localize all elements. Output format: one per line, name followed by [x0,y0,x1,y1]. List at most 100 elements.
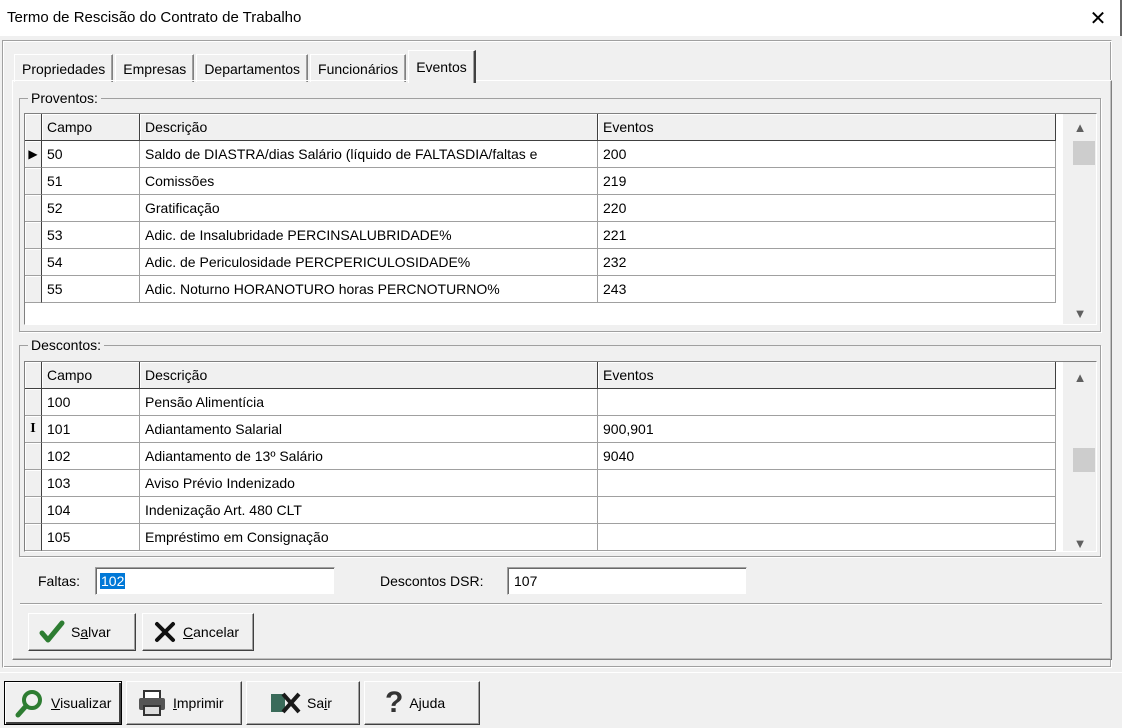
cell-descricao[interactable]: Pensão Alimentícia [140,389,598,416]
cell-eventos[interactable]: 900,901 [598,416,1056,443]
row-indicator-header [25,362,42,389]
cell-campo[interactable]: 53 [42,222,140,249]
row-indicator [25,497,42,524]
cell-campo[interactable]: 50 [42,141,140,168]
cell-eventos[interactable] [598,389,1056,416]
cell-campo[interactable]: 101 [42,416,140,443]
cancelar-button[interactable]: Cancelar [142,613,254,651]
row-indicator [25,524,42,551]
cell-eventos[interactable]: 220 [598,195,1056,222]
sair-label: Sair [307,695,332,711]
cell-campo[interactable]: 105 [42,524,140,551]
cell-descricao[interactable]: Adiantamento de 13º Salário [140,443,598,470]
table-row[interactable]: 103 Aviso Prévio Indenizado [25,470,1056,497]
printer-icon [137,689,167,717]
tab-funcionarios[interactable]: Funcionários [310,54,407,82]
descontos-dsr-label: Descontos DSR: [380,573,484,589]
cell-campo[interactable]: 54 [42,249,140,276]
cell-descricao[interactable]: Adic. Noturno HORANOTURO horas PERCNOTUR… [140,276,598,303]
scroll-up-icon[interactable]: ▲ [1063,114,1096,140]
sair-button[interactable]: Sair [246,681,360,725]
cancelar-label: Cancelar [183,624,240,640]
row-indicator [25,249,42,276]
cell-descricao[interactable]: Adiantamento Salarial [140,416,598,443]
scroll-thumb[interactable] [1073,141,1095,165]
imprimir-button[interactable]: Imprimir [126,681,242,725]
proventos-label: Proventos: [28,90,101,106]
ajuda-button[interactable]: ? Ajuda [364,681,480,725]
row-indicator [25,222,42,249]
cell-campo[interactable]: 100 [42,389,140,416]
column-header-campo[interactable]: Campo [42,114,140,141]
scroll-down-icon[interactable]: ▼ [1063,530,1096,551]
descontos-grid[interactable]: Campo Descrição Eventos 100 Pensão Alime… [24,361,1097,552]
cell-campo[interactable]: 52 [42,195,140,222]
cell-descricao[interactable]: Adic. de Periculosidade PERCPERICULOSIDA… [140,249,598,276]
row-indicator [25,389,42,416]
scroll-thumb[interactable] [1073,448,1095,472]
descontos-dsr-input[interactable]: 107 [507,567,747,595]
column-header-campo[interactable]: Campo [42,362,140,389]
cell-descricao[interactable]: Aviso Prévio Indenizado [140,470,598,497]
cell-eventos[interactable] [598,470,1056,497]
cell-eventos[interactable]: 221 [598,222,1056,249]
descontos-label: Descontos: [28,337,105,353]
ajuda-label: Ajuda [409,695,446,711]
visualizar-button[interactable]: Visualizar [4,681,122,725]
cell-descricao[interactable]: Adic. de Insalubridade PERCINSALUBRIDADE… [140,222,598,249]
table-row[interactable]: 54 Adic. de Periculosidade PERCPERICULOS… [25,249,1056,276]
table-row[interactable]: 100 Pensão Alimentícia [25,389,1056,416]
cell-descricao[interactable]: Comissões [140,168,598,195]
cell-eventos[interactable]: 243 [598,276,1056,303]
table-row[interactable]: ▶ 50 Saldo de DIASTRA/dias Salário (líqu… [25,141,1056,168]
text-cursor-icon: I [25,416,42,443]
cell-descricao[interactable]: Saldo de DIASTRA/dias Salário (líquido d… [140,141,598,168]
tab-empresas[interactable]: Empresas [115,54,195,82]
tab-departamentos[interactable]: Departamentos [196,54,309,82]
search-icon [15,688,45,718]
table-row[interactable]: I 101 Adiantamento Salarial 900,901 [25,416,1056,443]
title-bar: Termo de Rescisão do Contrato de Trabalh… [0,0,1122,36]
cell-eventos[interactable]: 232 [598,249,1056,276]
table-row[interactable]: 51 Comissões 219 [25,168,1056,195]
proventos-grid[interactable]: Campo Descrição Eventos ▶ 50 Saldo de DI… [24,113,1097,325]
scroll-up-icon[interactable]: ▲ [1063,364,1096,390]
table-row[interactable]: 55 Adic. Noturno HORANOTURO horas PERCNO… [25,276,1056,303]
cell-eventos[interactable] [598,497,1056,524]
column-header-descricao[interactable]: Descrição [140,362,598,389]
check-icon [39,619,65,645]
imprimir-label: Imprimir [173,695,224,711]
faltas-input[interactable]: 102 [95,567,335,595]
column-header-eventos[interactable]: Eventos [598,362,1056,389]
scroll-down-icon[interactable]: ▼ [1063,300,1096,324]
cell-eventos[interactable]: 200 [598,141,1056,168]
proventos-scrollbar[interactable]: ▲ ▼ [1063,114,1096,324]
cell-campo[interactable]: 51 [42,168,140,195]
cell-eventos[interactable] [598,524,1056,551]
column-header-descricao[interactable]: Descrição [140,114,598,141]
cell-descricao[interactable]: Gratificação [140,195,598,222]
table-row[interactable]: 105 Empréstimo em Consignação [25,524,1056,551]
cell-eventos[interactable]: 9040 [598,443,1056,470]
tab-strip: Propriedades Empresas Departamentos Func… [14,49,478,83]
table-row[interactable]: 53 Adic. de Insalubridade PERCINSALUBRID… [25,222,1056,249]
visualizar-label: Visualizar [51,695,112,711]
faltas-label: Faltas: [38,573,81,589]
table-row[interactable]: 52 Gratificação 220 [25,195,1056,222]
cell-campo[interactable]: 55 [42,276,140,303]
descontos-scrollbar[interactable]: ▲ ▼ [1063,362,1096,551]
close-icon[interactable]: ✕ [1074,0,1122,36]
tab-propriedades[interactable]: Propriedades [14,54,114,82]
cell-campo[interactable]: 102 [42,443,140,470]
salvar-button[interactable]: Salvar [28,613,136,651]
separator [20,603,1102,605]
cell-eventos[interactable]: 219 [598,168,1056,195]
tab-eventos[interactable]: Eventos [408,50,476,83]
cell-descricao[interactable]: Indenização Art. 480 CLT [140,497,598,524]
column-header-eventos[interactable]: Eventos [598,114,1056,141]
table-row[interactable]: 104 Indenização Art. 480 CLT [25,497,1056,524]
table-row[interactable]: 102 Adiantamento de 13º Salário 9040 [25,443,1056,470]
cell-campo[interactable]: 103 [42,470,140,497]
cell-descricao[interactable]: Empréstimo em Consignação [140,524,598,551]
cell-campo[interactable]: 104 [42,497,140,524]
